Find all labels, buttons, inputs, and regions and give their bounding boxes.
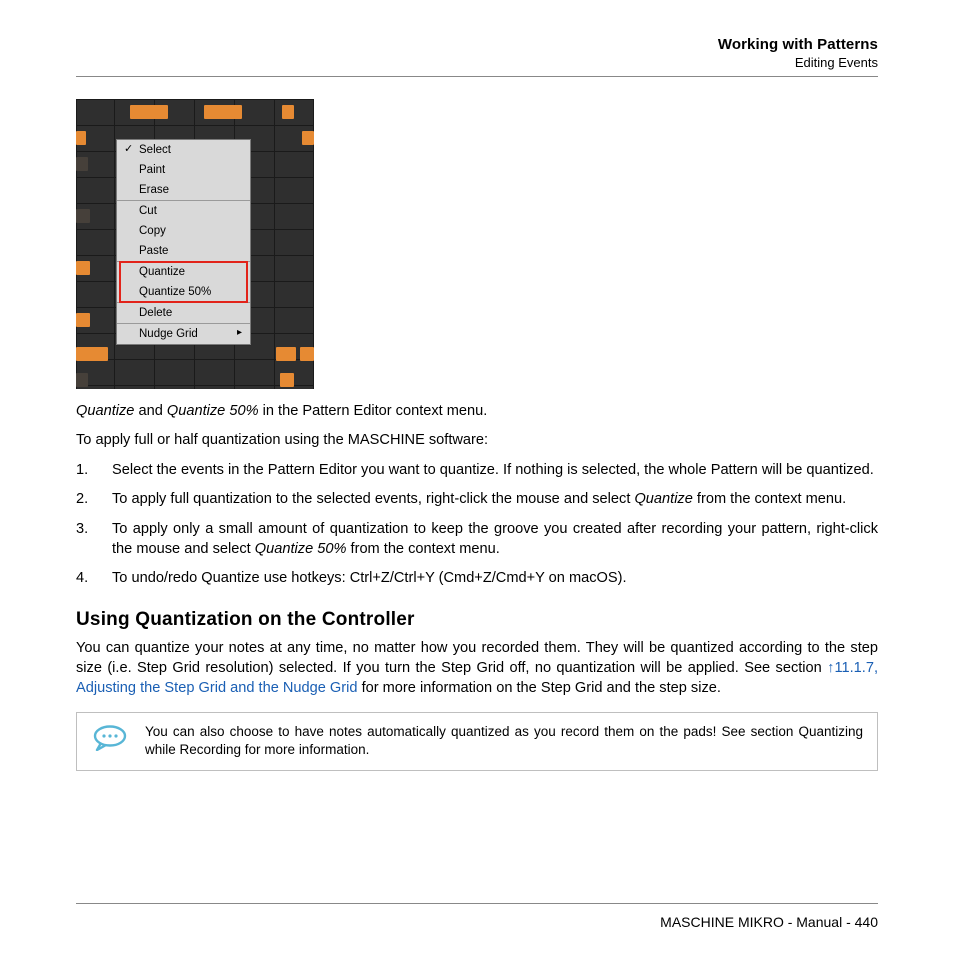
- footer-rule: [76, 903, 878, 904]
- menu-item-quantize[interactable]: Quantize: [117, 262, 250, 282]
- step-4: To undo/redo Quantize use hotkeys: Ctrl+…: [76, 569, 878, 589]
- menu-item-select[interactable]: Select: [117, 140, 250, 160]
- note-box: You can also choose to have notes automa…: [76, 712, 878, 770]
- menu-item-quantize-50[interactable]: Quantize 50%: [117, 282, 250, 302]
- context-menu: Select Paint Erase Cut Copy Paste Quanti…: [116, 139, 251, 345]
- header-title: Working with Patterns: [76, 36, 878, 53]
- caption-quantize: Quantize: [76, 403, 134, 419]
- menu-item-erase[interactable]: Erase: [117, 180, 250, 200]
- menu-item-paste[interactable]: Paste: [117, 241, 250, 261]
- quantize-controller-para: You can quantize your notes at any time,…: [76, 639, 878, 698]
- figure-caption: Quantize and Quantize 50% in the Pattern…: [76, 403, 878, 419]
- speech-bubble-icon: [93, 725, 129, 756]
- steps-list: Select the events in the Pattern Editor …: [76, 461, 878, 589]
- step-2: To apply full quantization to the select…: [76, 490, 878, 510]
- subheading: Using Quantization on the Controller: [76, 609, 878, 631]
- page-header: Working with Patterns Editing Events: [76, 36, 878, 70]
- page-footer: MASCHINE MIKRO - Manual - 440: [76, 903, 878, 930]
- header-subtitle: Editing Events: [76, 55, 878, 70]
- pattern-editor-screenshot: Select Paint Erase Cut Copy Paste Quanti…: [76, 99, 314, 389]
- step-3: To apply only a small amount of quantiza…: [76, 520, 878, 559]
- menu-item-copy[interactable]: Copy: [117, 221, 250, 241]
- menu-item-delete[interactable]: Delete: [117, 303, 250, 323]
- caption-quantize50: Quantize 50%: [167, 403, 259, 419]
- footer-text: MASCHINE MIKRO - Manual - 440: [76, 914, 878, 930]
- note-text: You can also choose to have notes automa…: [145, 724, 863, 757]
- step-1: Select the events in the Pattern Editor …: [76, 461, 878, 481]
- menu-item-nudge-grid[interactable]: Nudge Grid: [117, 324, 250, 344]
- menu-item-paint[interactable]: Paint: [117, 160, 250, 180]
- header-rule: [76, 76, 878, 77]
- menu-item-cut[interactable]: Cut: [117, 201, 250, 221]
- intro-text: To apply full or half quantization using…: [76, 431, 878, 451]
